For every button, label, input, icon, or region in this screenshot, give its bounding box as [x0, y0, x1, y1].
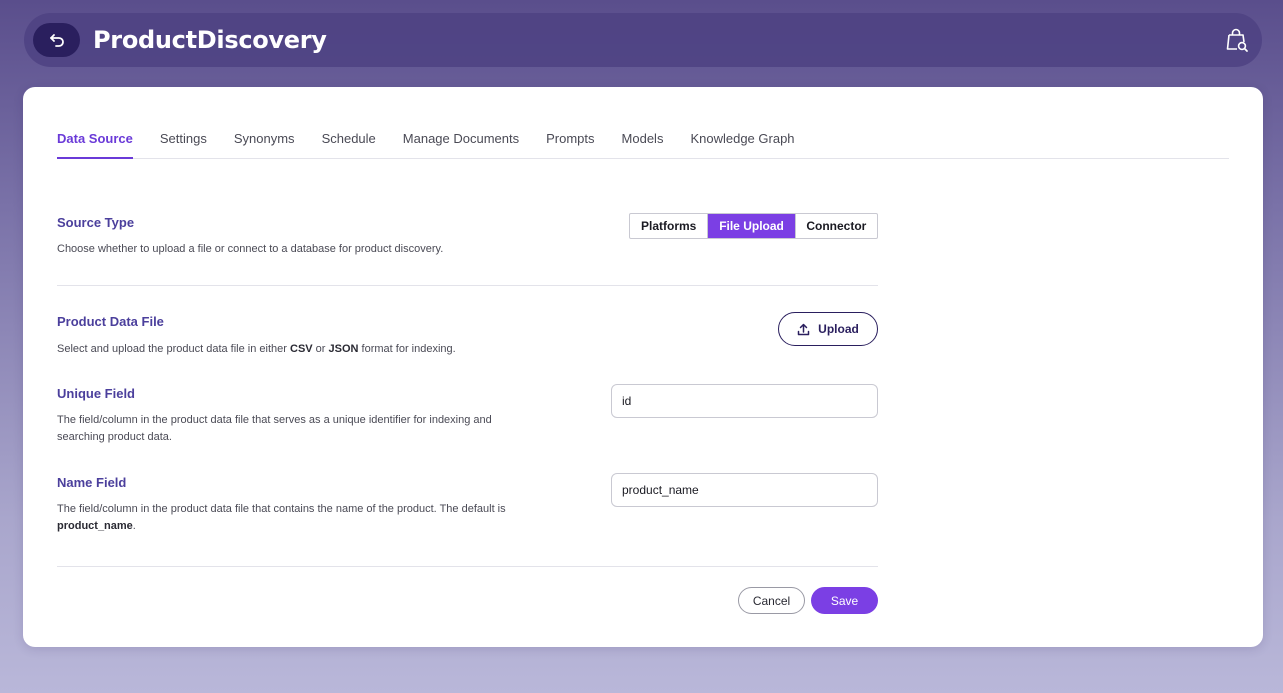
name-field-input[interactable]	[611, 473, 878, 507]
product-data-file-description: Select and upload the product data file …	[57, 343, 456, 355]
settings-card: Data Source Settings Synonyms Schedule M…	[23, 87, 1263, 647]
source-option-platforms[interactable]: Platforms	[630, 214, 707, 238]
product-data-file-title: Product Data File	[57, 314, 164, 329]
tab-schedule[interactable]: Schedule	[322, 131, 376, 159]
tab-settings[interactable]: Settings	[160, 131, 207, 159]
tab-knowledge-graph[interactable]: Knowledge Graph	[690, 131, 794, 159]
upload-button[interactable]: Upload	[778, 312, 878, 346]
source-type-description: Choose whether to upload a file or conne…	[57, 243, 444, 255]
tab-data-source[interactable]: Data Source	[57, 131, 133, 159]
app-title: ProductDiscovery	[93, 26, 327, 54]
name-field-description: The field/column in the product data fil…	[57, 503, 506, 532]
section-divider	[57, 285, 878, 286]
tab-models[interactable]: Models	[622, 131, 664, 159]
name-field-title: Name Field	[57, 475, 127, 490]
upload-icon	[797, 323, 810, 335]
top-bar: ProductDiscovery	[24, 13, 1262, 67]
unique-field-input[interactable]	[611, 384, 878, 418]
footer-divider	[57, 566, 878, 567]
tab-prompts[interactable]: Prompts	[546, 131, 594, 159]
upload-button-label: Upload	[818, 322, 859, 336]
cancel-button[interactable]: Cancel	[738, 587, 805, 614]
unique-field-title: Unique Field	[57, 386, 135, 401]
source-option-connector[interactable]: Connector	[794, 214, 877, 238]
back-button[interactable]	[33, 23, 80, 57]
source-type-title: Source Type	[57, 215, 135, 230]
save-button[interactable]: Save	[811, 587, 878, 614]
source-type-selector: Platforms File Upload Connector	[629, 213, 878, 239]
source-option-file-upload[interactable]: File Upload	[707, 214, 795, 238]
unique-field-description: The field/column in the product data fil…	[57, 414, 492, 443]
back-arrow-icon	[49, 34, 64, 47]
shopping-bag-search-icon[interactable]	[1224, 27, 1250, 53]
tab-manage-documents[interactable]: Manage Documents	[403, 131, 519, 159]
tab-bar: Data Source Settings Synonyms Schedule M…	[57, 131, 1229, 159]
tab-synonyms[interactable]: Synonyms	[234, 131, 295, 159]
